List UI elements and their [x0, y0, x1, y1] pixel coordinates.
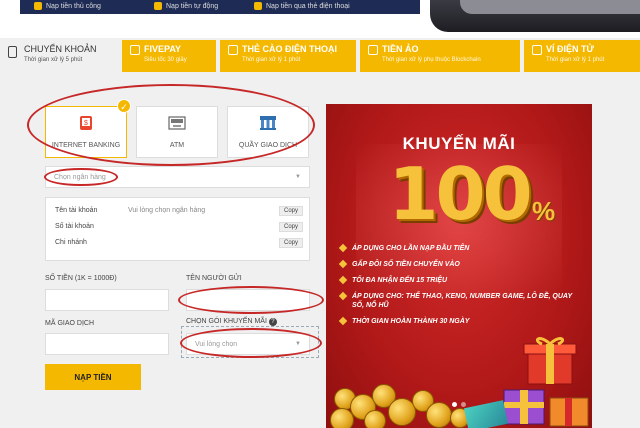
gift-box-icon: [523, 337, 577, 385]
copy-branch-button[interactable]: Copy: [279, 238, 303, 248]
tab-title: THẺ CÀO ĐIỆN THOẠI: [242, 44, 338, 54]
deposit-submit-button[interactable]: NẠP TIỀN: [45, 364, 141, 390]
promo-package-select[interactable]: Vui lòng chọn ▼: [186, 333, 310, 355]
phone-card-icon: [254, 2, 262, 10]
top-banner: Nạp tiền thủ công Nạp tiền tự động Nạp t…: [0, 0, 640, 38]
method-internet-banking[interactable]: $ INTERNET BANKING: [45, 106, 127, 158]
method-label: ATM: [169, 142, 185, 149]
bank-select[interactable]: Chọn ngân hàng ▼: [45, 166, 310, 188]
promo-package-label: CHỌN GÓI KHUYẾN MÃI?: [186, 318, 277, 326]
promo-big-number: 100: [388, 152, 532, 236]
sender-name-input[interactable]: [186, 289, 310, 311]
carousel-dot-active[interactable]: [452, 402, 457, 407]
promo-bullet: GẤP ĐÔI SỐ TIỀN CHUYỂN VÀO: [340, 260, 580, 276]
tab-subtitle: Thời gian xử lý 5 phút: [24, 57, 83, 63]
promo-percent: %: [532, 196, 556, 226]
method-label: INTERNET BANKING: [51, 142, 121, 149]
method-quay-giao-dich[interactable]: QUẦY GIAO DỊCH: [227, 106, 309, 158]
account-number-label: Số tài khoản: [55, 223, 94, 230]
phone-card-icon: [228, 45, 238, 55]
tab-subtitle: Siêu tốc 30 giây: [144, 57, 187, 63]
promo-bullet: TỐI ĐA NHẬN ĐẾN 15 TRIỆU: [340, 276, 580, 292]
promo-title: KHUYẾN MÃI: [402, 134, 516, 153]
wallet-icon: [532, 45, 542, 55]
tab-tien-ao[interactable]: TIỀN ẢO Thời gian xử lý phụ thuộc Blockc…: [360, 40, 520, 72]
bank-select-placeholder: Chọn ngân hàng: [54, 173, 106, 181]
top-banner-item[interactable]: Nạp tiền thủ công: [34, 0, 101, 12]
bank-counter-icon: [260, 116, 276, 130]
tab-subtitle: Thời gian xử lý phụ thuộc Blockchain: [382, 57, 481, 63]
internet-banking-icon: $: [80, 116, 92, 130]
amount-label: SỐ TIỀN (1K = 1000Đ): [45, 275, 117, 282]
auto-deposit-icon: [154, 2, 162, 10]
svg-text:$: $: [84, 120, 88, 127]
tab-subtitle: Thời gian xử lý 1 phút: [546, 57, 605, 63]
ticket-graphic: [463, 400, 509, 428]
copy-account-number-button[interactable]: Copy: [279, 222, 303, 232]
promo-select-placeholder: Vui lòng chọn: [195, 340, 238, 348]
top-banner-item[interactable]: Nạp tiền tự động: [154, 0, 218, 12]
promo-banner[interactable]: KHUYẾN MÃI 100 % ÁP DỤNG CHO LẦN NẠP ĐẦU…: [326, 104, 592, 428]
copy-account-name-button[interactable]: Copy: [279, 206, 303, 216]
chevron-down-icon: ▼: [295, 174, 301, 180]
tab-title: VÍ ĐIỆN TỬ: [546, 44, 594, 54]
method-label: QUẦY GIAO DỊCH: [238, 142, 298, 149]
top-banner-item[interactable]: Nạp tiền qua thẻ điện thoại: [254, 0, 350, 12]
gold-coin-icon: [364, 410, 386, 428]
tab-fivepay[interactable]: FIVEPAY Siêu tốc 30 giây: [122, 40, 216, 72]
promo-bullet: ÁP DỤNG CHO LẦN NẠP ĐẦU TIÊN: [340, 244, 580, 260]
chevron-down-icon: ▼: [295, 341, 301, 347]
amount-input[interactable]: [45, 289, 169, 311]
promo-bullet: THỜI GIAN HOÀN THÀNH 30 NGÀY: [340, 317, 580, 333]
tab-vi-dien-tu[interactable]: VÍ ĐIỆN TỬ Thời gian xử lý 1 phút: [524, 40, 640, 72]
tab-title: FIVEPAY: [144, 44, 182, 54]
bank-card-icon: [8, 46, 17, 58]
gift-box-icon: [549, 397, 589, 427]
promo-bullet-list: ÁP DỤNG CHO LẦN NẠP ĐẦU TIÊN GẤP ĐÔI SỐ …: [340, 244, 580, 333]
tab-chuyen-khoan[interactable]: CHUYỂN KHOẢN Thời gian xử lý 5 phút: [0, 40, 118, 72]
branch-label: Chi nhánh: [55, 239, 87, 246]
deposit-tabs: CHUYỂN KHOẢN Thời gian xử lý 5 phút FIVE…: [0, 40, 640, 72]
transaction-code-input[interactable]: [45, 333, 169, 355]
selected-check-icon: ✓: [117, 99, 131, 113]
account-name-value: Vui lòng chọn ngân hàng: [128, 207, 206, 214]
tab-title: TIỀN ẢO: [382, 44, 419, 54]
gold-coin-icon: [330, 408, 354, 428]
transaction-code-label: MÃ GIAO DỊCH: [45, 320, 95, 327]
sender-name-label: TÊN NGƯỜI GỬI: [186, 275, 242, 282]
account-info-box: Tên tài khoản Vui lòng chọn ngân hàng Co…: [45, 197, 310, 261]
manual-deposit-icon: [34, 2, 42, 10]
phone-graphic: [430, 0, 640, 32]
help-icon[interactable]: ?: [268, 318, 277, 326]
atm-icon: [168, 116, 186, 130]
tab-title: CHUYỂN KHOẢN: [24, 44, 97, 54]
method-atm[interactable]: ATM: [136, 106, 218, 158]
gold-coin-icon: [426, 402, 452, 428]
carousel-dot[interactable]: [461, 402, 466, 407]
fivepay-icon: [130, 45, 140, 55]
promo-bullet: ÁP DỤNG CHO: THỂ THAO, KENO, NUMBER GAME…: [340, 292, 580, 317]
account-name-label: Tên tài khoản: [55, 207, 98, 214]
tab-the-cao[interactable]: THẺ CÀO ĐIỆN THOẠI Thời gian xử lý 1 phú…: [220, 40, 356, 72]
tab-subtitle: Thời gian xử lý 1 phút: [242, 57, 301, 63]
crypto-icon: [368, 45, 378, 55]
